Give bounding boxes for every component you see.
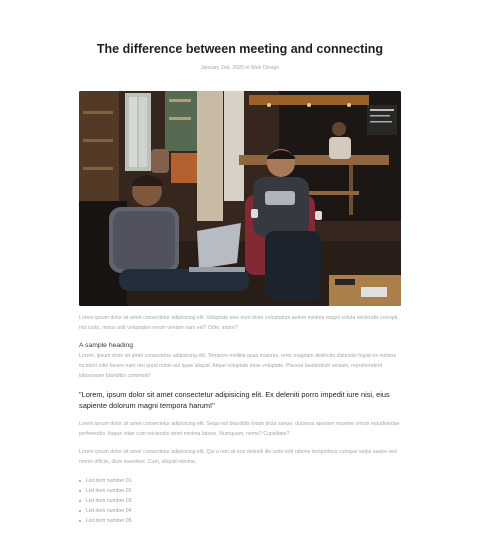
- list-item: List item number 04: [79, 506, 132, 516]
- hero-image: [79, 91, 401, 306]
- post-category-link[interactable]: Web Design: [251, 65, 279, 71]
- sample-heading: A sample heading: [79, 342, 134, 349]
- paragraph-2: Lorem, ipsum dolor sit amet consectetur …: [79, 353, 397, 379]
- post-meta: January 2nd, 2020 in Web Design: [0, 65, 480, 71]
- list-item: List item number 01: [79, 476, 132, 486]
- paragraph-4: Lorem ipsum dolor sit amet consectetur a…: [79, 449, 397, 465]
- blockquote: "Lorem, ipsum dolor sit amet consectetur…: [79, 390, 390, 410]
- bullet-list: List item number 01 List item number 02 …: [79, 476, 132, 526]
- list-item: List item number 02: [79, 486, 132, 496]
- post-title: The difference between meeting and conne…: [96, 42, 384, 56]
- paragraph-3: Lorem ipsum dolor sit amet consectetur a…: [79, 421, 400, 437]
- post-meta-in: in: [245, 65, 250, 71]
- list-item: List item number 03: [79, 496, 132, 506]
- intro-paragraph: Lorem ipsum dolor sit amet consectetur a…: [79, 315, 399, 331]
- blog-post-page: The difference between meeting and conne…: [0, 0, 480, 552]
- list-item: List item number 05: [79, 516, 132, 526]
- post-date: January 2nd, 2020: [200, 65, 244, 71]
